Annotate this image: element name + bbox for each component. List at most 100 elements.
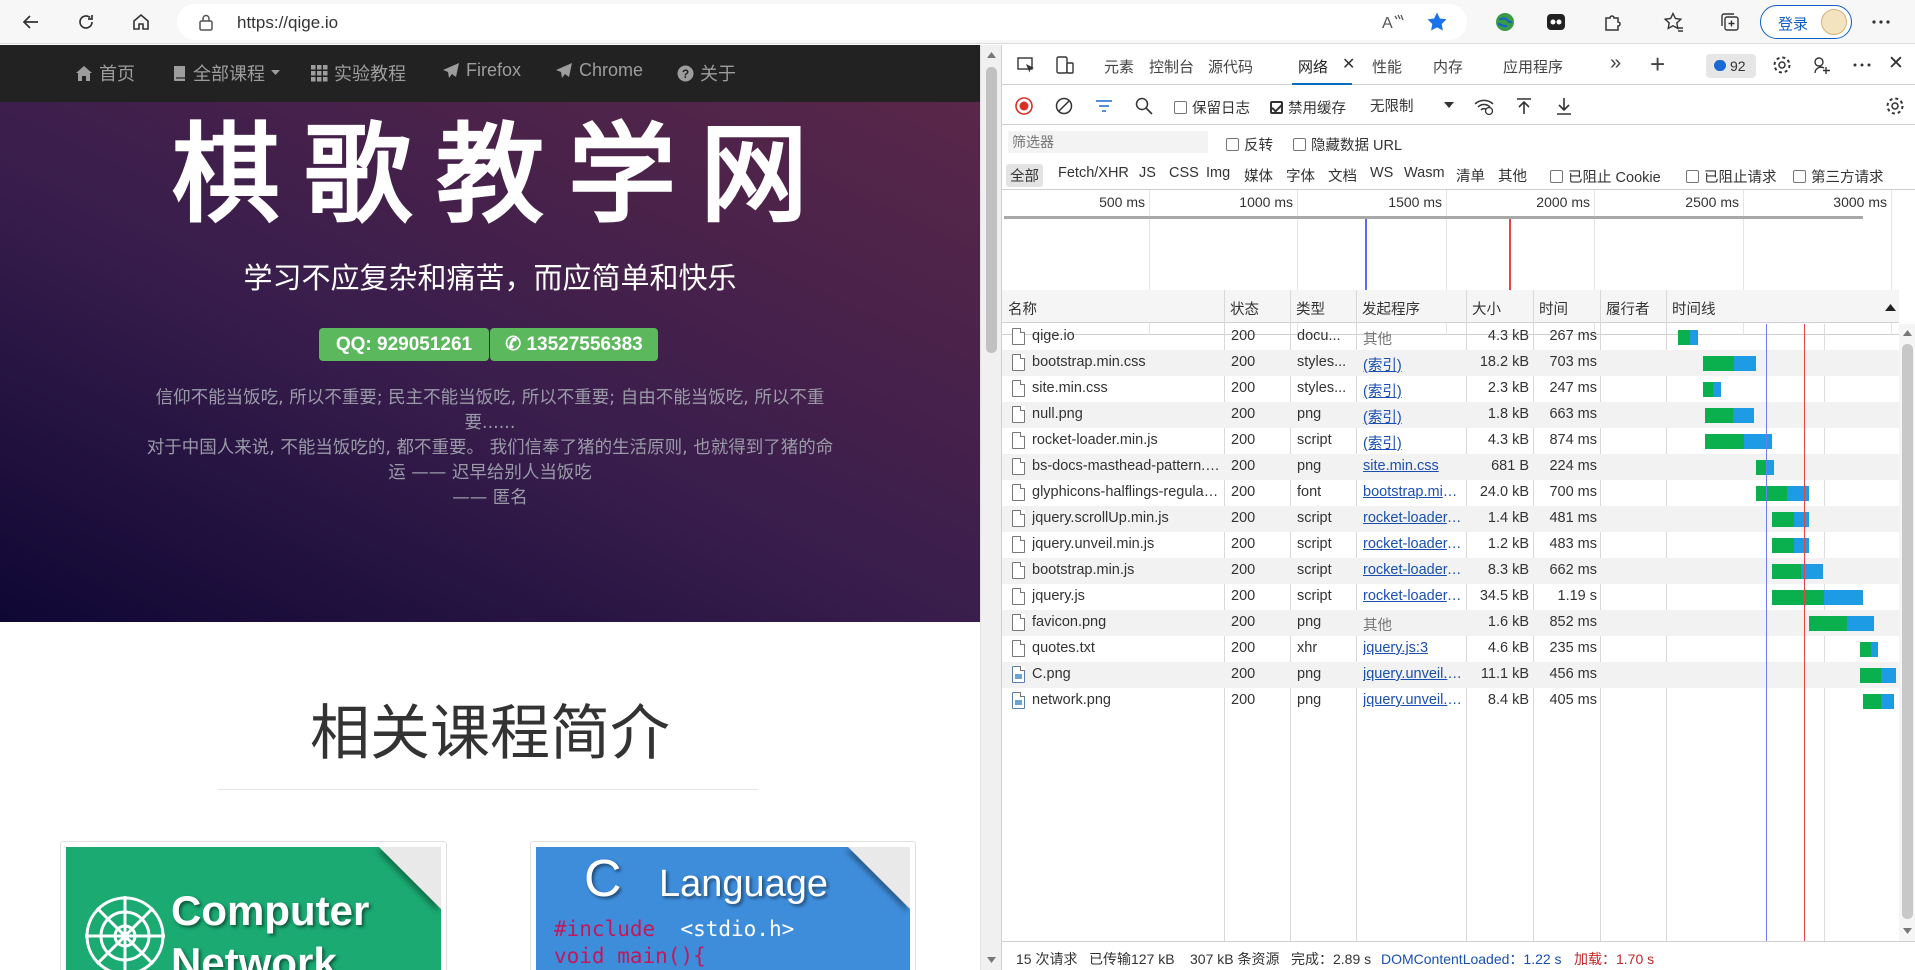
cell-initiator[interactable]: (索引) xyxy=(1363,406,1463,427)
table-row[interactable]: null.png 200 png (索引) 1.8 kB 663 ms xyxy=(1002,402,1899,428)
tab-application[interactable]: 应用程序 xyxy=(1503,56,1563,77)
nav-home[interactable]: 首页 xyxy=(75,60,135,86)
favorites-button[interactable] xyxy=(1657,5,1691,39)
type-css[interactable]: CSS xyxy=(1165,164,1203,182)
scroll-down-arrow-icon[interactable] xyxy=(987,957,996,963)
type-wasm[interactable]: Wasm xyxy=(1400,164,1449,182)
type-all[interactable]: 全部 xyxy=(1006,164,1043,187)
type-font[interactable]: 字体 xyxy=(1282,164,1319,187)
c-course-image[interactable]: C Language #include <stdio.h> void main(… xyxy=(536,847,910,970)
url-text[interactable]: https://qige.io xyxy=(237,13,338,33)
checkbox-box[interactable] xyxy=(1793,170,1806,183)
course-card-c-language[interactable]: C Language #include <stdio.h> void main(… xyxy=(530,841,916,970)
table-row[interactable]: bs-docs-masthead-pattern.png 200 png site.m… xyxy=(1002,454,1899,480)
col-fulfilled-by[interactable]: 履行者 xyxy=(1606,298,1650,319)
gear-icon[interactable] xyxy=(1772,55,1792,75)
requests-scroll-thumb[interactable] xyxy=(1902,344,1913,919)
checkbox-box[interactable] xyxy=(1174,101,1187,114)
col-time[interactable]: 时间 xyxy=(1539,298,1568,319)
back-button[interactable] xyxy=(14,5,48,39)
throttle-select[interactable]: 无限制 xyxy=(1370,95,1458,117)
waterfall-bar[interactable] xyxy=(1756,486,1810,501)
cell-initiator[interactable]: jquery.unveil.min.js xyxy=(1363,692,1463,708)
scroll-up-arrow-icon[interactable] xyxy=(987,52,996,58)
cell-name[interactable]: qige.io xyxy=(1032,328,1220,344)
lock-icon[interactable] xyxy=(199,14,213,31)
cell-initiator[interactable]: jquery.unveil.min.js xyxy=(1363,666,1463,682)
table-row[interactable]: quotes.txt 200 xhr jquery.js:3 4.6 kB 235 ms xyxy=(1002,636,1899,662)
table-row[interactable]: jquery.js 200 script rocket-loader.min.js 34… xyxy=(1002,584,1899,610)
home-button[interactable] xyxy=(124,5,158,39)
col-status[interactable]: 状态 xyxy=(1230,298,1259,319)
type-manifest[interactable]: 清单 xyxy=(1452,164,1489,187)
cell-name[interactable]: C.png xyxy=(1032,666,1220,682)
cell-name[interactable]: glyphicons-halflings-regular.woff2 xyxy=(1032,484,1220,500)
scroll-down-arrow-icon[interactable] xyxy=(1903,928,1912,934)
extension-mask-button[interactable] xyxy=(1539,5,1573,39)
type-ws[interactable]: WS xyxy=(1366,164,1397,182)
cell-initiator[interactable]: site.min.css xyxy=(1363,458,1463,474)
scroll-up-arrow-icon[interactable] xyxy=(1903,330,1912,336)
tab-network[interactable]: 网络 xyxy=(1298,56,1328,77)
checkbox-box[interactable] xyxy=(1226,138,1239,151)
cell-name[interactable]: quotes.txt xyxy=(1032,640,1220,656)
waterfall-bar[interactable] xyxy=(1705,434,1772,449)
table-row[interactable]: bootstrap.min.js 200 script rocket-loader.m… xyxy=(1002,558,1899,584)
waterfall-bar[interactable] xyxy=(1862,694,1894,709)
type-media[interactable]: 媒体 xyxy=(1240,164,1277,187)
checkbox-box[interactable] xyxy=(1270,101,1283,114)
issues-counter[interactable]: 92 xyxy=(1706,54,1756,78)
type-doc[interactable]: 文档 xyxy=(1324,164,1361,187)
table-row[interactable]: favicon.png 200 png 其他 1.6 kB 852 ms xyxy=(1002,610,1899,636)
phone-badge[interactable]: ✆ 13527556383 xyxy=(490,328,658,361)
col-waterfall[interactable]: 时间线 xyxy=(1672,298,1716,319)
type-js[interactable]: JS xyxy=(1135,164,1160,182)
table-row[interactable]: glyphicons-halflings-regular.woff2 200 fon… xyxy=(1002,480,1899,506)
type-other[interactable]: 其他 xyxy=(1494,164,1531,187)
cell-name[interactable]: rocket-loader.min.js xyxy=(1032,432,1220,448)
import-har-icon[interactable] xyxy=(1514,96,1534,116)
collections-button[interactable] xyxy=(1713,5,1747,39)
cell-name[interactable]: bootstrap.min.js xyxy=(1032,562,1220,578)
table-row[interactable]: site.min.css 200 styles... (索引) 2.3 kB 247 ms xyxy=(1002,376,1899,402)
type-img[interactable]: Img xyxy=(1202,164,1234,182)
cell-name[interactable]: favicon.png xyxy=(1032,614,1220,630)
network-conditions-icon[interactable] xyxy=(1473,96,1495,116)
device-emulation-icon[interactable] xyxy=(1055,55,1075,75)
cell-name[interactable]: bootstrap.min.css xyxy=(1032,354,1220,370)
table-row[interactable]: qige.io 200 docu... 其他 4.3 kB 267 ms xyxy=(1002,324,1899,350)
filter-icon[interactable] xyxy=(1094,96,1114,116)
requests-scrollbar[interactable] xyxy=(1899,324,1915,941)
col-name[interactable]: 名称 xyxy=(1008,298,1037,319)
tab-performance[interactable]: 性能 xyxy=(1372,56,1402,77)
waterfall-bar[interactable] xyxy=(1771,590,1863,605)
checkbox-box[interactable] xyxy=(1293,138,1306,151)
network-settings-gear-icon[interactable] xyxy=(1885,96,1905,116)
cell-initiator[interactable]: (索引) xyxy=(1363,354,1463,375)
tab-sources[interactable]: 源代码 xyxy=(1208,56,1253,77)
cell-name[interactable]: null.png xyxy=(1032,406,1220,422)
favorite-star-icon[interactable] xyxy=(1426,11,1448,33)
waterfall-bar[interactable] xyxy=(1678,330,1699,345)
page-scrollbar[interactable] xyxy=(980,45,1001,970)
waterfall-bar[interactable] xyxy=(1860,642,1879,657)
waterfall-bar[interactable] xyxy=(1809,616,1874,631)
hide-data-urls-checkbox[interactable]: 隐藏数据 URL xyxy=(1293,134,1402,155)
page-scroll-thumb[interactable] xyxy=(986,67,997,353)
nav-all-courses[interactable]: 全部课程 xyxy=(172,60,280,86)
table-row[interactable]: bootstrap.min.css 200 styles... (索引) 18.2 kB… xyxy=(1002,350,1899,376)
table-row[interactable]: jquery.scrollUp.min.js 200 script rocket-lo… xyxy=(1002,506,1899,532)
extension-globe-button[interactable] xyxy=(1488,5,1522,39)
checkbox-box[interactable] xyxy=(1550,170,1563,183)
read-aloud-icon[interactable]: A xyxy=(1382,12,1404,32)
cell-initiator[interactable]: (索引) xyxy=(1363,432,1463,453)
network-course-image[interactable]: Computer Network xyxy=(66,847,441,970)
cell-initiator[interactable]: rocket-loader.min.js xyxy=(1363,588,1463,604)
qq-badge[interactable]: QQ: 929051261 xyxy=(319,328,489,361)
waterfall-bar[interactable] xyxy=(1705,408,1754,423)
table-row[interactable]: rocket-loader.min.js 200 script (索引) 4.3 kB 8… xyxy=(1002,428,1899,454)
waterfall-bar[interactable] xyxy=(1860,668,1896,683)
close-tab-icon[interactable]: ✕ xyxy=(1342,54,1355,74)
cell-name[interactable]: jquery.js xyxy=(1032,588,1220,604)
tab-console[interactable]: 控制台 xyxy=(1149,56,1194,77)
